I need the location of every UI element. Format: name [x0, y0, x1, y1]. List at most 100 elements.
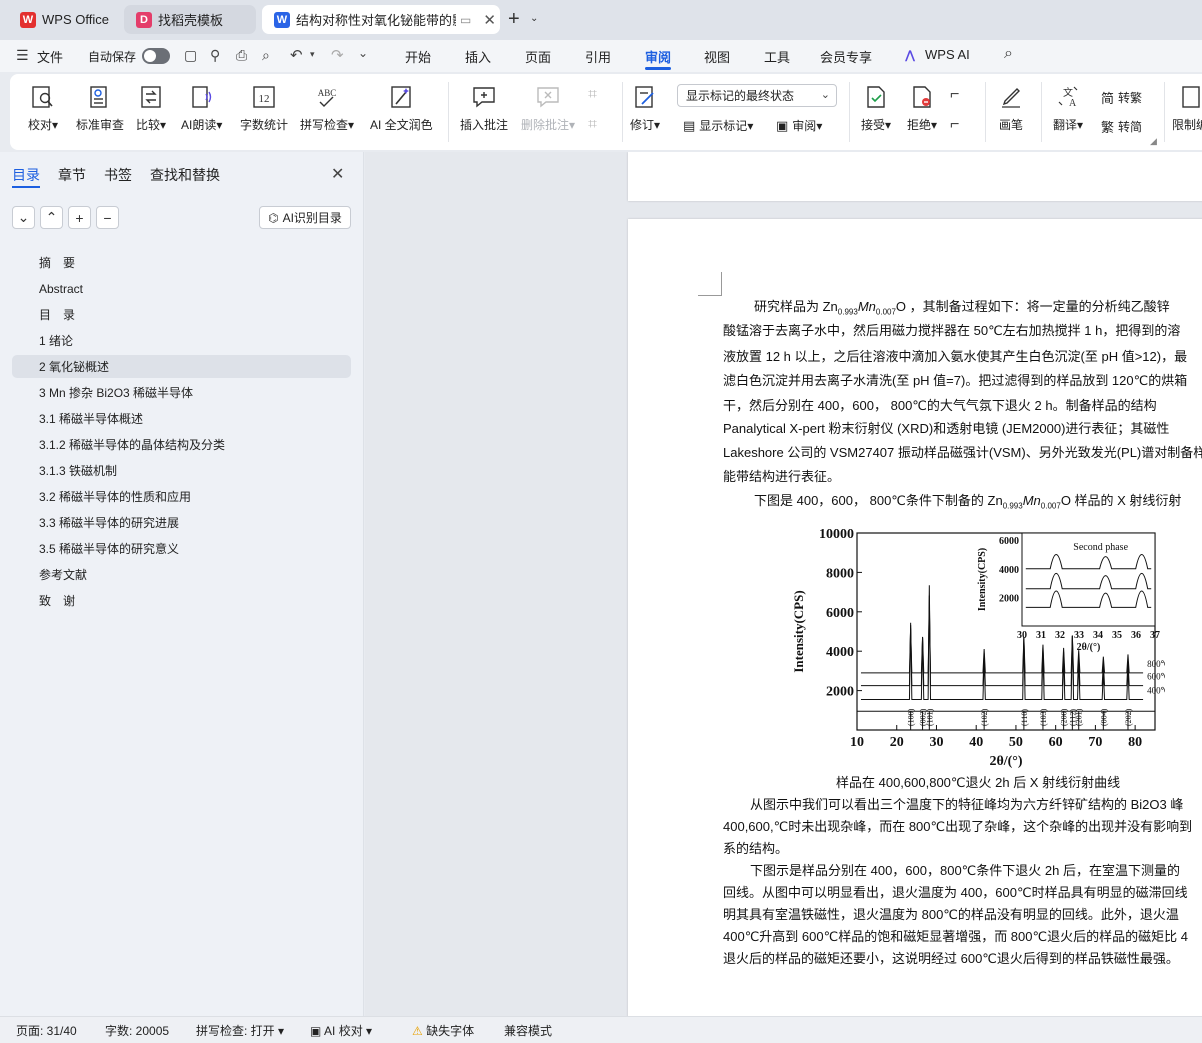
more-chevron-icon[interactable]: ⌄	[358, 46, 368, 60]
print-preview-icon[interactable]: ⌕	[262, 47, 270, 64]
toc-item[interactable]: 3.1.3 铁磁机制	[12, 459, 351, 482]
to-traditional-button[interactable]: 简 转繁	[1101, 88, 1142, 107]
hamburger-icon[interactable]: ☰	[16, 47, 29, 64]
show-markup-button[interactable]: ▤ 显示标记 ▾	[683, 117, 753, 134]
x-axis-label: 2θ/(°)	[989, 754, 1022, 768]
delete-comment-button[interactable]: 删除批注▾	[521, 74, 575, 150]
ai-check-status[interactable]: ▣ AI 校对 ▾	[310, 1022, 372, 1039]
doc-sub: 0.007	[1040, 501, 1061, 511]
menu-tools[interactable]: 工具	[764, 47, 790, 66]
ribbon-divider	[1164, 82, 1165, 142]
tab-wps-office[interactable]: W WPS Office	[8, 5, 120, 34]
toc-item[interactable]: 3 Mn 掺杂 Bi2O3 稀磁半导体	[12, 381, 351, 404]
menu-page[interactable]: 页面	[525, 47, 551, 66]
menu-file[interactable]: 文件	[37, 47, 63, 66]
word-count-button[interactable]: 12 字数统计	[240, 74, 288, 150]
pane-tab-bookmarks[interactable]: 书签	[104, 165, 132, 185]
toc-item[interactable]: 目 录	[12, 303, 351, 326]
translate-button[interactable]: 文A 翻译▾	[1053, 74, 1083, 150]
toc-item[interactable]: 摘 要	[12, 251, 351, 274]
toc-item[interactable]: 3.3 稀磁半导体的研究进展	[12, 511, 351, 534]
menu-review[interactable]: 审阅	[645, 47, 671, 66]
ribbon-expand-icon[interactable]: ◢	[1150, 136, 1157, 147]
plus-icon: +	[75, 209, 84, 226]
compat-mode-status: 兼容模式	[504, 1024, 553, 1038]
tab-current-document[interactable]: W 结构对称性对氧化铋能带的影 ▭ ✕	[262, 5, 500, 34]
y-tick-label: 2000	[826, 685, 854, 700]
tab-docer-templates[interactable]: D 找稻壳模板	[124, 5, 256, 34]
proofread-button[interactable]: 校对▾	[28, 74, 58, 150]
series-label: 800℃	[1147, 659, 1165, 669]
save-icon[interactable]: ▢	[184, 47, 197, 64]
add-heading-button[interactable]: +	[68, 206, 91, 229]
word-count-status[interactable]: 字数: 20005	[105, 1022, 169, 1039]
toc-item[interactable]: 3.1 稀磁半导体概述	[12, 407, 351, 430]
new-tab-icon[interactable]: +	[508, 8, 520, 31]
toc-item[interactable]: 3.5 稀磁半导体的研究意义	[12, 537, 351, 560]
menu-member[interactable]: 会员专享	[820, 47, 872, 66]
undo-icon[interactable]: ↶	[290, 46, 303, 64]
ribbon-divider	[985, 82, 986, 142]
menu-view[interactable]: 视图	[704, 47, 730, 66]
tab-label: WPS Office	[42, 12, 109, 27]
doc-line: Panalytical X-pert 粉末衍射仪 (XRD)和透射电镜 (JEM…	[723, 421, 1170, 436]
expand-up-button[interactable]: ⌃	[40, 206, 63, 229]
menu-references[interactable]: 引用	[585, 47, 611, 66]
collapse-all-button[interactable]: ⌄	[12, 206, 35, 229]
inset-x-tick-label: 37	[1150, 630, 1160, 641]
pane-tab-find-replace[interactable]: 查找和替换	[150, 165, 220, 185]
page-indicator[interactable]: 页面: 31/40	[16, 1022, 77, 1039]
autosave-toggle[interactable]	[142, 48, 170, 64]
restrict-edit-button[interactable]: 限制编	[1172, 74, 1202, 150]
prev-comment-icon[interactable]: ⌗	[588, 86, 597, 104]
inset-x-axis-label: 2θ/(°)	[1077, 642, 1101, 653]
reject-button[interactable]: 拒绝▾	[907, 74, 937, 150]
status-bar: 页面: 31/40 字数: 20005 拼写检查: 打开 ▾ ▣ AI 校对 ▾…	[0, 1016, 1202, 1043]
menu-wps-ai[interactable]: WPS AI	[925, 47, 970, 62]
pane-tab-chapters[interactable]: 章节	[58, 165, 86, 185]
chevron-down-icon[interactable]: ▾	[310, 49, 315, 60]
remove-heading-button[interactable]: −	[96, 206, 119, 229]
close-icon[interactable]: ✕	[331, 164, 344, 184]
toc-item[interactable]: 1 绪论	[12, 329, 351, 352]
chevron-down-icon: ⌄	[17, 209, 30, 225]
revise-button[interactable]: 修订▾	[630, 74, 660, 150]
toc-item[interactable]: 致 谢	[12, 589, 351, 612]
insert-comment-button[interactable]: 插入批注	[460, 74, 508, 150]
toc-item[interactable]: 3.2 稀磁半导体的性质和应用	[12, 485, 351, 508]
wps-ai-logo-icon: ⋀	[905, 48, 916, 62]
review-pane-button[interactable]: ▣ 审阅 ▾	[776, 117, 822, 134]
standard-review-button[interactable]: 标准审查	[76, 74, 124, 150]
print-icon[interactable]: ⎙	[236, 47, 247, 64]
to-simplified-button[interactable]: 繁 转简	[1101, 117, 1142, 136]
menu-insert[interactable]: 插入	[465, 47, 491, 66]
ai-toc-button[interactable]: ⌬ AI识别目录	[259, 206, 351, 229]
toc-item[interactable]: 3.1.2 稀磁半导体的晶体结构及分类	[12, 433, 351, 456]
markup-display-select[interactable]: 显示标记的最终状态 ⌄	[677, 84, 837, 107]
spell-check-status[interactable]: 拼写检查: 打开 ▾	[196, 1022, 284, 1039]
next-comment-icon[interactable]: ⌗	[588, 116, 597, 134]
close-icon[interactable]: ✕	[483, 11, 496, 29]
screen-icon[interactable]: ▭	[460, 13, 471, 27]
next-change-icon[interactable]: ⌐	[950, 116, 959, 134]
word-count-label: 字数统计	[240, 118, 289, 132]
search-icon[interactable]: ⌕	[1004, 45, 1013, 63]
toc-item[interactable]: 2 氧化铋概述	[12, 355, 351, 378]
accept-button[interactable]: 接受▾	[861, 74, 891, 150]
menu-home[interactable]: 开始	[405, 47, 431, 66]
toc-item[interactable]: 参考文献	[12, 563, 351, 586]
spell-check-button[interactable]: ABC 拼写检查▾	[300, 74, 354, 150]
missing-font-status[interactable]: ⚠ 缺失字体	[412, 1022, 474, 1039]
ai-check-label: AI 校对	[324, 1024, 363, 1038]
share-icon[interactable]: ⚲	[210, 47, 220, 64]
compare-button[interactable]: 比较▾	[136, 74, 166, 150]
pen-button[interactable]: 画笔	[998, 74, 1024, 150]
toc-item[interactable]: Abstract	[12, 277, 351, 300]
ai-read-button[interactable]: AI朗读▾	[181, 74, 222, 150]
word-count-icon: 12	[253, 86, 275, 108]
chevron-down-icon[interactable]: ⌄	[530, 13, 538, 24]
prev-change-icon[interactable]: ⌐	[950, 86, 959, 104]
redo-icon[interactable]: ↷	[331, 46, 344, 64]
ai-polish-button[interactable]: AI 全文润色	[370, 74, 433, 150]
pane-tab-toc[interactable]: 目录	[12, 165, 40, 185]
